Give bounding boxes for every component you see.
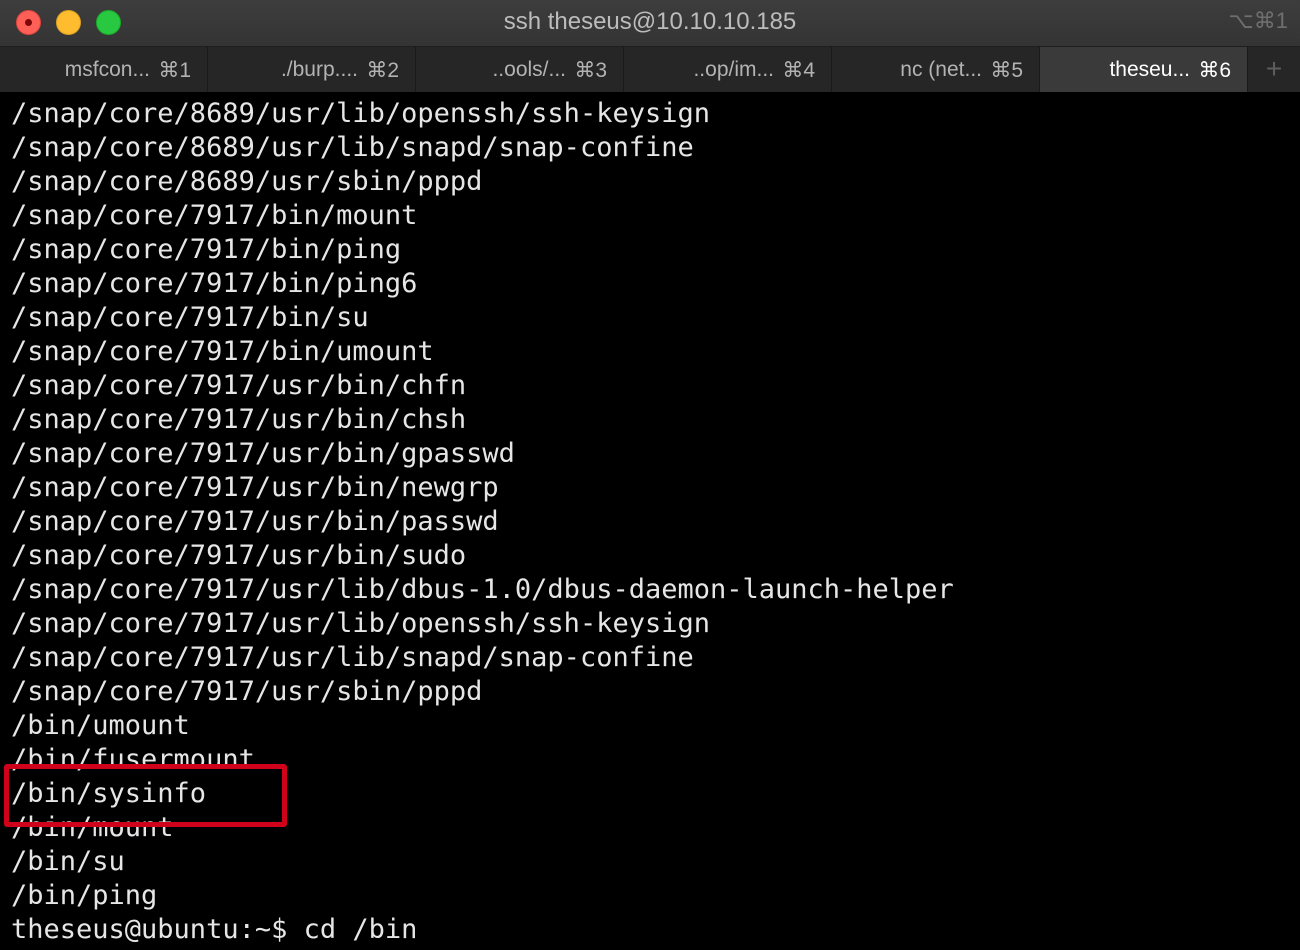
tab-shortcut: ⌘2	[366, 59, 399, 82]
tab-tools[interactable]: ..ools/... ⌘3	[416, 47, 624, 92]
tab-burp[interactable]: ./burp.... ⌘2	[208, 47, 416, 92]
terminal-prompt-line: theseus@ubuntu:~$ cd /bin	[11, 914, 418, 945]
terminal-line: /snap/core/7917/bin/umount	[11, 336, 434, 367]
window-shortcut: ⌥⌘1	[1228, 8, 1288, 33]
tab-bar: msfcon... ⌘1 ./burp.... ⌘2 ..ools/... ⌘3…	[0, 46, 1300, 92]
terminal-line: /snap/core/8689/usr/lib/openssh/ssh-keys…	[11, 98, 710, 129]
terminal-line: /snap/core/7917/bin/ping6	[11, 268, 418, 299]
terminal-line: /snap/core/7917/usr/bin/chfn	[11, 370, 467, 401]
tab-label: msfcon...	[64, 58, 150, 81]
terminal-line: /snap/core/7917/usr/bin/chsh	[11, 404, 467, 435]
terminal-line: /snap/core/7917/bin/su	[11, 302, 369, 333]
terminal-line: /snap/core/7917/usr/bin/newgrp	[11, 472, 499, 503]
terminal-line: /bin/ping	[11, 880, 158, 911]
terminal-line: /snap/core/7917/usr/bin/sudo	[11, 540, 467, 571]
window-title: ssh theseus@10.10.10.185	[503, 8, 797, 35]
terminal-line: /snap/core/7917/usr/lib/snapd/snap-confi…	[11, 642, 694, 673]
tab-label: theseu...	[1109, 58, 1190, 81]
tab-msfconsole[interactable]: msfcon... ⌘1	[0, 47, 208, 92]
tab-label: ..op/im...	[693, 58, 774, 81]
tab-shortcut: ⌘6	[1198, 59, 1231, 82]
new-tab-plus-icon[interactable]: +	[1248, 47, 1300, 92]
tab-shortcut: ⌘3	[574, 59, 607, 82]
terminal-line: /snap/core/8689/usr/sbin/pppd	[11, 166, 483, 197]
tab-label: ./burp....	[280, 58, 358, 81]
terminal-line: /bin/su	[11, 846, 125, 877]
tab-shortcut: ⌘1	[158, 59, 191, 82]
tab-label: nc (net...	[900, 58, 982, 81]
tab-theseus-active[interactable]: theseu... ⌘6	[1040, 47, 1248, 92]
title-bar[interactable]: ssh theseus@10.10.10.185 ⌥⌘1	[0, 0, 1300, 46]
terminal-line: /snap/core/8689/usr/lib/snapd/snap-confi…	[11, 132, 694, 163]
tab-netcat[interactable]: nc (net... ⌘5	[832, 47, 1040, 92]
tab-op-im[interactable]: ..op/im... ⌘4	[624, 47, 832, 92]
terminal-line: /snap/core/7917/usr/lib/openssh/ssh-keys…	[11, 608, 710, 639]
tab-label: ..ools/...	[492, 58, 566, 81]
terminal-line: /snap/core/7917/usr/bin/gpasswd	[11, 438, 515, 469]
terminal-line: /snap/core/7917/usr/bin/passwd	[11, 506, 499, 537]
tab-shortcut: ⌘5	[990, 59, 1023, 82]
terminal-window: ssh theseus@10.10.10.185 ⌥⌘1 msfcon... ⌘…	[0, 0, 1300, 950]
terminal-line: /snap/core/7917/bin/ping	[11, 234, 402, 265]
tab-shortcut: ⌘4	[782, 59, 815, 82]
terminal-output[interactable]: /snap/core/8689/usr/lib/openssh/ssh-keys…	[0, 92, 1300, 950]
terminal-line: /snap/core/7917/usr/lib/dbus-1.0/dbus-da…	[11, 574, 954, 605]
terminal-line: /bin/umount	[11, 710, 190, 741]
terminal-line: /snap/core/7917/bin/mount	[11, 200, 418, 231]
highlight-annotation-box	[4, 764, 287, 827]
terminal-line: /snap/core/7917/usr/sbin/pppd	[11, 676, 483, 707]
